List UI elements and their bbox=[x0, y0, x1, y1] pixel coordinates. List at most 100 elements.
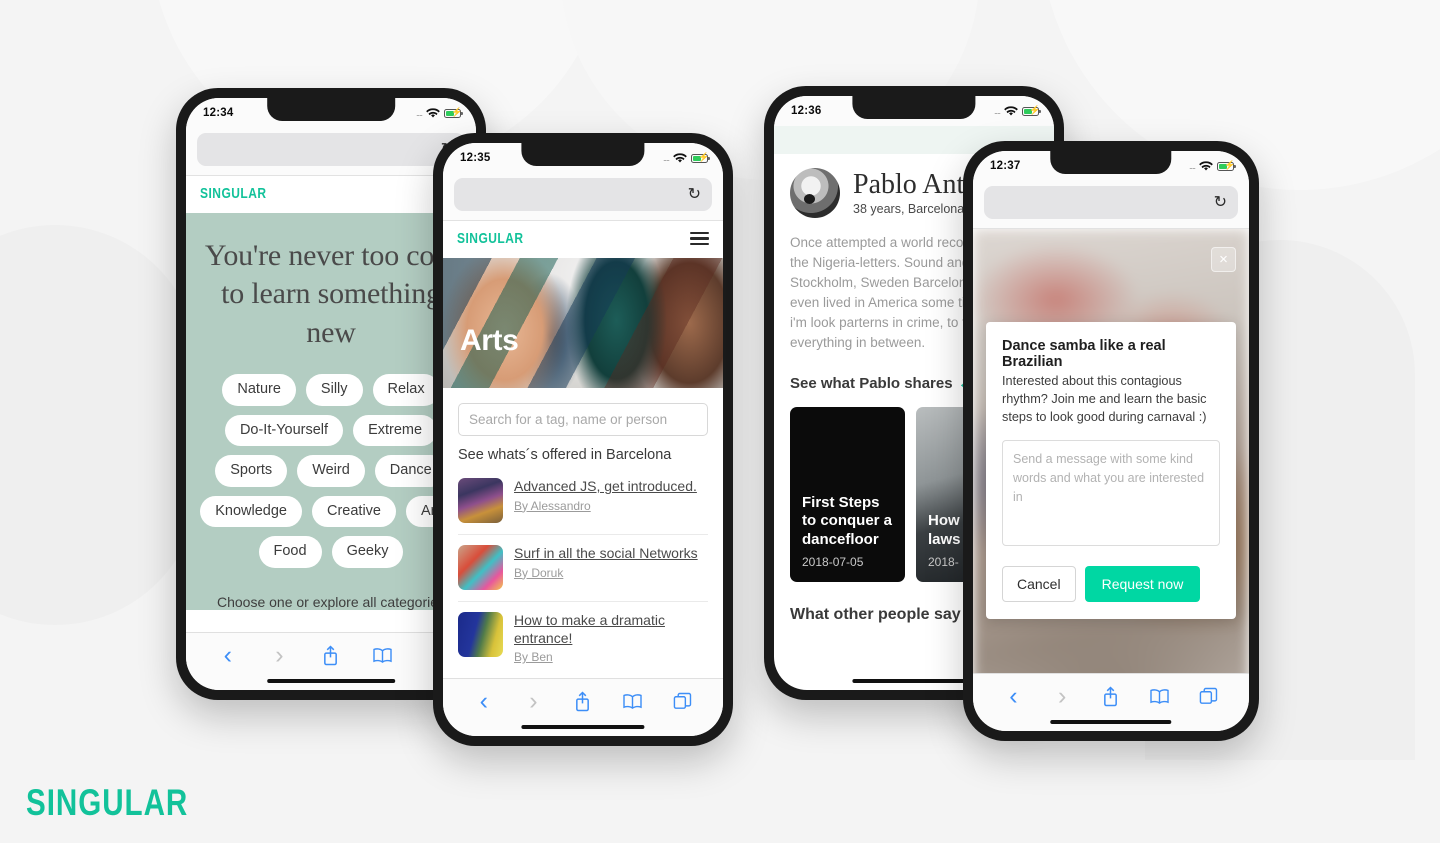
phone4-safari-toolbar: ‹ › bbox=[973, 673, 1249, 731]
bg-blob-left bbox=[0, 225, 200, 625]
status-time: 12:34 bbox=[203, 107, 234, 119]
forward-button[interactable]: › bbox=[254, 641, 306, 670]
reload-icon[interactable]: ↻ bbox=[688, 186, 701, 203]
offer-author[interactable]: By Doruk bbox=[514, 566, 708, 580]
back-button[interactable]: ‹ bbox=[989, 682, 1038, 711]
phone2-address-bar[interactable]: ↻ bbox=[443, 173, 723, 221]
wifi-icon bbox=[673, 152, 687, 163]
battery-charging-icon: ⚡ bbox=[1022, 106, 1041, 116]
signal-dots-icon: .... bbox=[662, 153, 670, 163]
phone2-notch bbox=[521, 143, 645, 166]
status-time: 12:37 bbox=[990, 160, 1021, 172]
tag-chip[interactable]: Geeky bbox=[331, 536, 404, 568]
cancel-button[interactable]: Cancel bbox=[1002, 566, 1076, 603]
share-card-title: First Steps to conquer a dancefloor bbox=[802, 493, 893, 548]
offer-title[interactable]: Surf in all the social Networks bbox=[514, 545, 708, 563]
tag-chip[interactable]: Knowledge bbox=[200, 495, 302, 528]
graffiti-thumb bbox=[458, 478, 503, 523]
offer-author[interactable]: By Ben bbox=[514, 650, 708, 664]
landscape-thumb bbox=[458, 612, 503, 657]
share-card-date: 2018-07-05 bbox=[802, 554, 864, 569]
share-card[interactable]: First Steps to conquer a dancefloor 2018… bbox=[790, 406, 905, 582]
signal-dots-icon: .... bbox=[415, 108, 423, 118]
offers-heading: See whats´s offered in Barcelona bbox=[458, 447, 672, 463]
battery-charging-icon: ⚡ bbox=[1217, 161, 1236, 171]
signal-dots-icon: .... bbox=[993, 106, 1001, 116]
shares-heading-label: See what Pablo shares bbox=[790, 375, 953, 393]
share-icon[interactable] bbox=[305, 645, 357, 666]
hamburger-icon[interactable] bbox=[690, 231, 709, 246]
list-item[interactable]: Surf in all the social Networks By Doruk bbox=[458, 535, 708, 602]
message-textarea[interactable] bbox=[1002, 440, 1220, 547]
address-field[interactable]: ↻ bbox=[984, 186, 1238, 219]
tag-chip[interactable]: Relax bbox=[372, 374, 440, 406]
hero-headline: You're never too cool to learn something… bbox=[204, 239, 458, 349]
phone4-notch bbox=[1050, 151, 1172, 174]
status-time: 12:36 bbox=[791, 105, 822, 117]
tabs-icon[interactable] bbox=[657, 692, 707, 711]
home-indicator bbox=[267, 678, 395, 683]
signal-dots-icon: .... bbox=[1188, 161, 1196, 171]
phone3-notch bbox=[852, 96, 976, 119]
tag-chip[interactable]: Sports bbox=[215, 455, 288, 487]
tag-chip[interactable]: Silly bbox=[305, 374, 363, 406]
modal-description: Interested about this contagious rhythm?… bbox=[1002, 374, 1207, 425]
offer-title[interactable]: Advanced JS, get introduced. bbox=[514, 478, 708, 496]
tag-chip[interactable]: Do-It-Yourself bbox=[224, 414, 344, 447]
tag-chip[interactable]: Food bbox=[258, 536, 322, 568]
close-icon[interactable]: × bbox=[1211, 247, 1236, 272]
request-modal: Dance samba like a real Brazilian Intere… bbox=[986, 322, 1236, 620]
wifi-icon bbox=[426, 107, 440, 118]
home-indicator bbox=[1050, 719, 1172, 724]
hero-note[interactable]: Choose one or explore all categories bbox=[217, 594, 445, 610]
address-field[interactable]: ↻ bbox=[197, 133, 465, 166]
category-hero-image: Arts bbox=[443, 258, 723, 388]
tabs-icon[interactable] bbox=[1184, 687, 1233, 706]
home-indicator bbox=[852, 678, 976, 683]
tag-chip[interactable]: Weird bbox=[297, 455, 365, 487]
list-item[interactable]: Advanced JS, get introduced. By Alessand… bbox=[458, 468, 708, 535]
category-title: Arts bbox=[460, 324, 519, 357]
app-brand-logo[interactable]: SINGULAR bbox=[457, 230, 524, 247]
wifi-icon bbox=[1004, 105, 1018, 116]
tag-chip[interactable]: Nature bbox=[222, 374, 296, 406]
phone1-notch bbox=[267, 98, 395, 121]
address-field[interactable]: ↻ bbox=[454, 178, 712, 211]
battery-charging-icon: ⚡ bbox=[444, 108, 463, 118]
search-section bbox=[443, 388, 723, 436]
tag-cloud: Nature Silly Relax Do-It-Yourself Extrem… bbox=[196, 374, 466, 568]
book-icon[interactable] bbox=[608, 693, 658, 710]
request-now-button[interactable]: Request now bbox=[1084, 566, 1201, 603]
forward-button[interactable]: › bbox=[509, 687, 559, 716]
phone2-safari-toolbar: ‹ › bbox=[443, 678, 723, 736]
status-time: 12:35 bbox=[460, 152, 491, 164]
search-input[interactable] bbox=[458, 403, 708, 436]
back-button[interactable]: ‹ bbox=[202, 641, 254, 670]
offer-author[interactable]: By Alessandro bbox=[514, 499, 708, 513]
phone2-app-header: SINGULAR bbox=[443, 221, 723, 258]
phone4-address-bar[interactable]: ↻ bbox=[973, 181, 1249, 229]
home-indicator bbox=[521, 724, 645, 729]
battery-charging-icon: ⚡ bbox=[691, 153, 710, 163]
modal-title: Dance samba like a real Brazilian bbox=[1002, 338, 1166, 370]
share-icon[interactable] bbox=[558, 691, 608, 712]
avatar bbox=[790, 168, 840, 218]
cartoon-thumb bbox=[458, 545, 503, 590]
book-icon[interactable] bbox=[357, 647, 409, 664]
offer-title[interactable]: How to make a dramatic entrance! bbox=[514, 612, 708, 647]
app-brand-logo[interactable]: SINGULAR bbox=[200, 185, 267, 202]
tag-chip[interactable]: Creative bbox=[311, 495, 396, 528]
wifi-icon bbox=[1199, 160, 1213, 171]
phone-mockup-request-modal: 12:37 .... ⚡ ↻ × Dance samba like a real… bbox=[963, 141, 1259, 741]
list-item[interactable]: How to make a dramatic entrance! By Ben bbox=[458, 602, 708, 675]
modal-actions: Cancel Request now bbox=[1002, 566, 1220, 603]
tag-chip[interactable]: Extreme bbox=[353, 414, 438, 447]
forward-button[interactable]: › bbox=[1038, 682, 1087, 711]
share-icon[interactable] bbox=[1087, 686, 1136, 707]
phone4-screen: 12:37 .... ⚡ ↻ × Dance samba like a real… bbox=[973, 151, 1249, 731]
reload-icon[interactable]: ↻ bbox=[1214, 194, 1227, 211]
phone2-screen: 12:35 .... ⚡ ↻ SINGULAR Arts Search for … bbox=[443, 143, 723, 736]
back-button[interactable]: ‹ bbox=[459, 687, 509, 716]
book-icon[interactable] bbox=[1135, 688, 1184, 705]
phone-mockup-category: 12:35 .... ⚡ ↻ SINGULAR Arts Search for … bbox=[433, 133, 733, 746]
